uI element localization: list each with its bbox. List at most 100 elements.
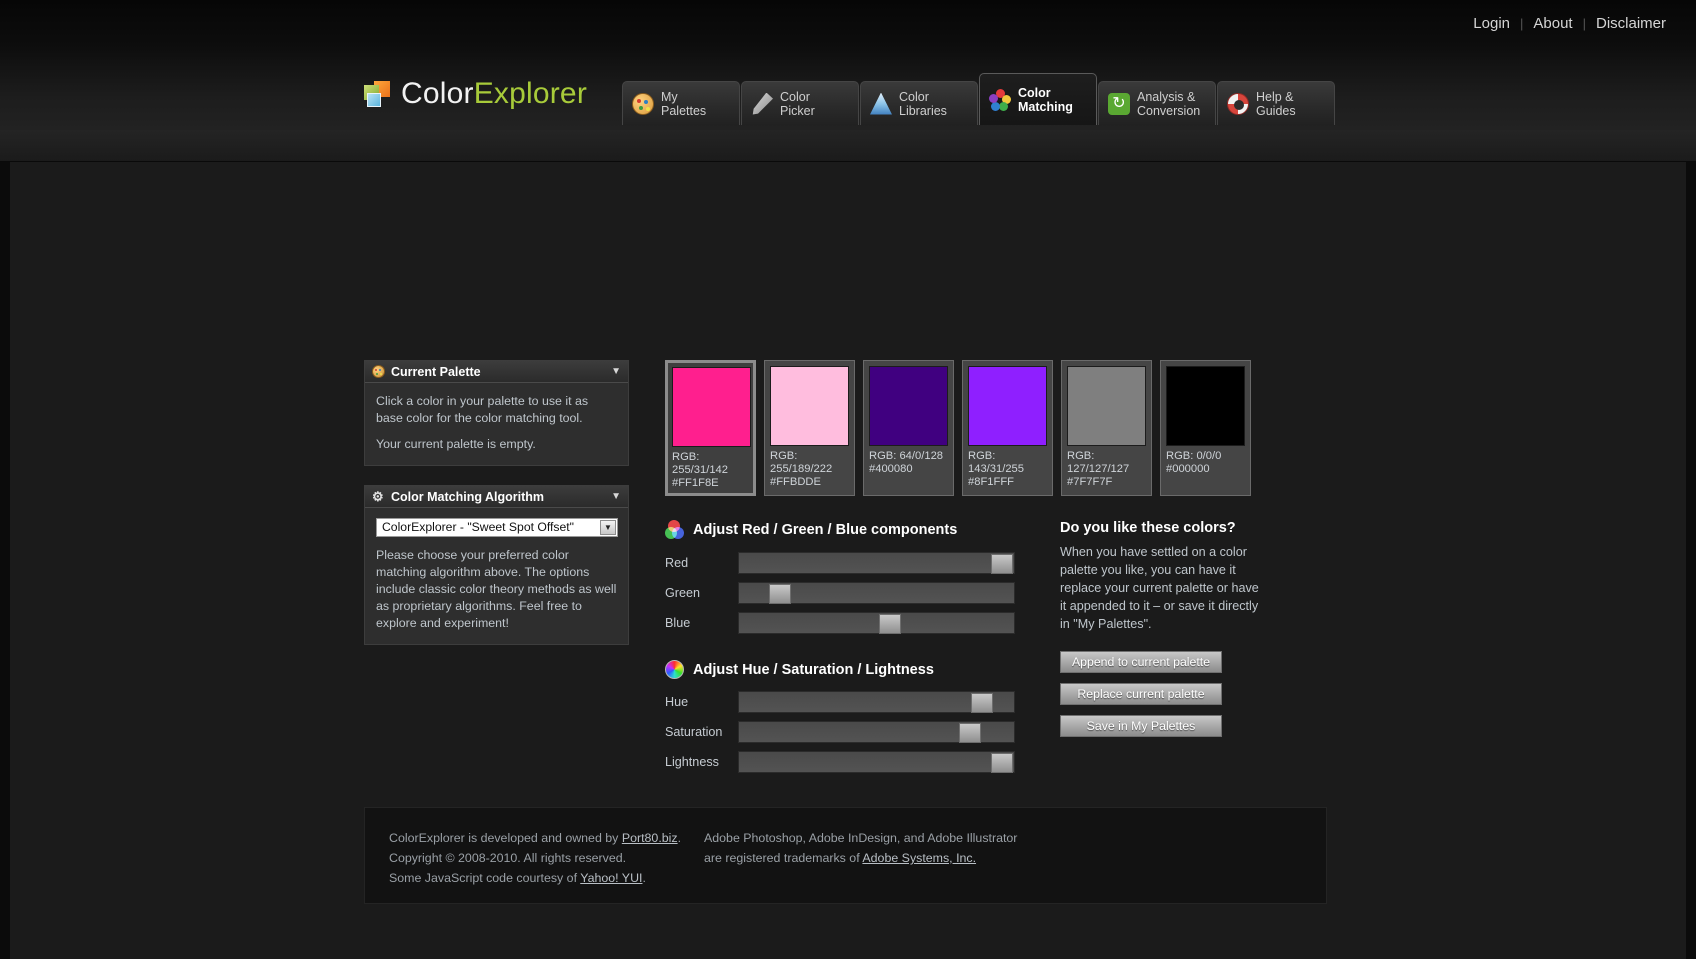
swatch-rgb-label: RGB: 64/0/128 (869, 450, 944, 462)
swatch-hex-label: #FFBDDE (770, 476, 821, 488)
swatch-color-chip[interactable] (1067, 366, 1146, 446)
slider-row-lightness: Lightness (665, 751, 1015, 773)
swatch-item[interactable]: RGB: 143/31/255 #8F1FFF (962, 360, 1053, 496)
swatch-meta: RGB: 127/127/127 #7F7F7F (1067, 446, 1146, 489)
swatch-meta: RGB: 255/189/222 #FFBDDE (770, 446, 849, 489)
algorithm-panel-title: Color Matching Algorithm (391, 489, 544, 504)
slider-thumb-saturation[interactable] (959, 723, 981, 743)
footer-owner-text: ColorExplorer is developed and owned by (389, 831, 622, 845)
swatch-hex-label: #7F7F7F (1067, 476, 1113, 488)
slider-label-lightness: Lightness (665, 755, 719, 769)
tab-color-matching[interactable]: Color Matching (979, 73, 1097, 125)
color-matching-algorithm-panel: ⚙ Color Matching Algorithm ▼ ColorExplor… (364, 485, 629, 645)
swatch-item[interactable]: RGB: 0/0/0 #000000 (1160, 360, 1251, 496)
logo-word-explorer: Explorer (473, 77, 588, 110)
slider-track-red[interactable] (738, 552, 1015, 574)
footer-adobe-link[interactable]: Adobe Systems, Inc. (862, 851, 976, 865)
footer-trademark-line2: are registered trademarks of Adobe Syste… (704, 848, 1044, 868)
lifebuoy-icon (1227, 92, 1249, 115)
footer-js-period: . (642, 871, 646, 885)
footer-trademark-line1: Adobe Photoshop, Adobe InDesign, and Ado… (704, 831, 1018, 845)
algorithm-panel-body: ColorExplorer - "Sweet Spot Offset" ▼ Pl… (365, 508, 628, 644)
tab-analysis-conversion[interactable]: Analysis &Conversion (1098, 81, 1216, 125)
tab-my-palettes[interactable]: My Palettes (622, 81, 740, 125)
save-in-my-palettes-button[interactable]: Save in My Palettes (1060, 715, 1222, 737)
footer-ownership-line: ColorExplorer is developed and owned by … (389, 828, 714, 848)
slider-label-blue: Blue (665, 616, 691, 630)
slider-track-hue[interactable] (738, 691, 1015, 713)
page-content: Current Palette ▼ Click a color in your … (0, 162, 1696, 959)
rgb-circles-icon (665, 520, 684, 539)
slider-thumb-hue[interactable] (971, 693, 993, 713)
chevron-down-icon[interactable]: ▼ (611, 491, 621, 502)
algorithm-panel-header[interactable]: ⚙ Color Matching Algorithm ▼ (365, 486, 628, 508)
slider-label-green: Green (665, 586, 701, 600)
right-edge (1686, 162, 1696, 959)
current-palette-instructions: Click a color in your palette to use it … (376, 394, 589, 425)
algorithm-select[interactable]: ColorExplorer - "Sweet Spot Offset" ▼ (376, 518, 618, 537)
slider-row-hue: Hue (665, 691, 1015, 713)
current-palette-panel: Current Palette ▼ Click a color in your … (364, 360, 629, 466)
swatch-item[interactable]: RGB: 127/127/127 #7F7F7F (1061, 360, 1152, 496)
slider-track-lightness[interactable] (738, 751, 1015, 773)
swatch-item[interactable]: RGB: 64/0/128 #400080 (863, 360, 954, 496)
slider-thumb-red[interactable] (991, 554, 1013, 574)
libraries-icon (870, 92, 892, 115)
current-palette-panel-body: Click a color in your palette to use it … (365, 383, 628, 465)
slider-track-blue[interactable] (738, 612, 1015, 634)
utility-nav-login[interactable]: Login (1473, 15, 1510, 32)
swatch-rgb-label: RGB: 0/0/0 (1166, 450, 1222, 462)
tab-my-palettes-label: My Palettes (661, 89, 707, 118)
footer-right-column: Adobe Photoshop, Adobe InDesign, and Ado… (704, 828, 1044, 883)
utility-nav-disclaimer[interactable]: Disclaimer (1596, 15, 1666, 32)
swatch-rgb-label: RGB: 255/31/142 (672, 451, 728, 476)
page-root: Login | About | Disclaimer ColorExplorer… (0, 0, 1696, 959)
slider-thumb-green[interactable] (769, 584, 791, 604)
replace-current-palette-button[interactable]: Replace current palette (1060, 683, 1222, 705)
tab-color-picker-label: Color Picker (780, 89, 815, 118)
slider-row-red: Red (665, 552, 1015, 574)
swatch-item[interactable]: RGB: 255/189/222 #FFBDDE (764, 360, 855, 496)
site-logo[interactable]: ColorExplorer (364, 77, 587, 111)
slider-row-saturation: Saturation (665, 721, 1015, 743)
tab-color-libraries[interactable]: Color Libraries (860, 81, 978, 125)
append-to-current-palette-button[interactable]: Append to current palette (1060, 651, 1222, 673)
footer-trademark-text: are registered trademarks of (704, 851, 863, 865)
utility-nav-separator-2: | (1582, 16, 1586, 31)
swatch-color-chip[interactable] (968, 366, 1047, 446)
slider-row-blue: Blue (665, 612, 1015, 634)
swatch-hex-label: #400080 (869, 463, 913, 475)
utility-nav-about[interactable]: About (1533, 15, 1572, 32)
swatch-item[interactable]: RGB: 255/31/142 #FF1F8E (665, 360, 756, 496)
utility-nav-separator-1: | (1520, 16, 1524, 31)
rgb-section-title: Adjust Red / Green / Blue components (665, 520, 957, 539)
slider-thumb-blue[interactable] (879, 614, 901, 634)
logo-mark-icon (364, 81, 390, 107)
footer-port80-link[interactable]: Port80.biz (622, 831, 678, 845)
slider-row-green: Green (665, 582, 1015, 604)
current-palette-panel-title: Current Palette (391, 364, 481, 379)
footer-owner-period: . (677, 831, 682, 845)
swatch-color-chip[interactable] (672, 367, 751, 447)
slider-label-saturation: Saturation (665, 725, 723, 739)
swatch-color-chip[interactable] (869, 366, 948, 446)
footer-yui-link[interactable]: Yahoo! YUI (580, 871, 642, 885)
color-matching-icon (989, 88, 1011, 111)
gear-icon: ⚙ (372, 489, 384, 504)
palette-icon (632, 92, 654, 115)
slider-track-green[interactable] (738, 582, 1015, 604)
slider-track-saturation[interactable] (738, 721, 1015, 743)
footer-javascript-line: Some JavaScript code courtesy of Yahoo! … (389, 868, 714, 888)
chevron-down-icon[interactable]: ▼ (600, 520, 616, 535)
tab-color-picker[interactable]: Color Picker (741, 81, 859, 125)
chevron-down-icon[interactable]: ▼ (611, 366, 621, 377)
slider-thumb-lightness[interactable] (991, 753, 1013, 773)
swatch-meta: RGB: 143/31/255 #8F1FFF (968, 446, 1047, 489)
utility-nav: Login | About | Disclaimer (1473, 15, 1666, 32)
left-edge (0, 162, 10, 959)
swatch-rgb-label: RGB: 127/127/127 (1067, 450, 1130, 475)
swatch-color-chip[interactable] (770, 366, 849, 446)
current-palette-panel-header[interactable]: Current Palette ▼ (365, 361, 628, 383)
swatch-color-chip[interactable] (1166, 366, 1245, 446)
tab-help-guides[interactable]: Help & Guides (1217, 81, 1335, 125)
